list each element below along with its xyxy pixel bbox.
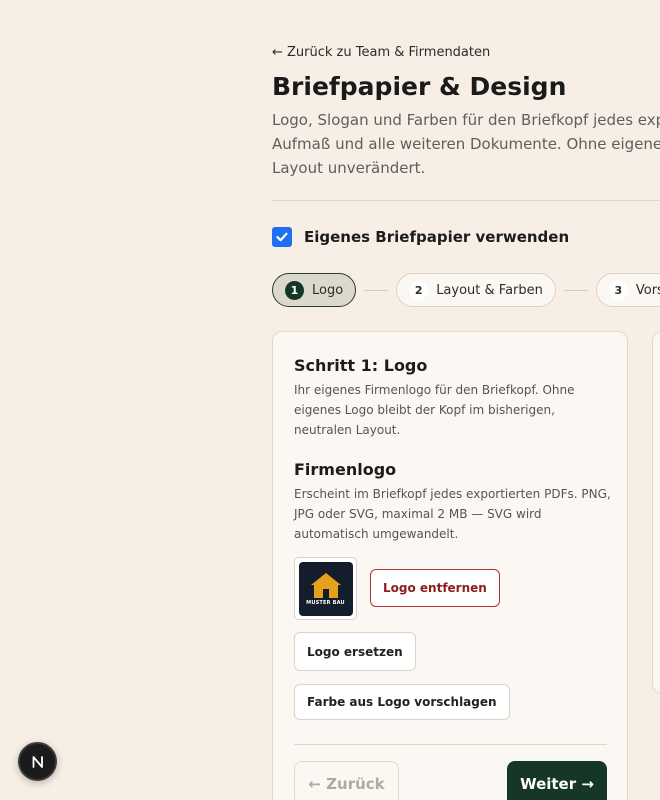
step-logo[interactable]: 1 Logo <box>272 273 357 307</box>
section-title: Firmenlogo <box>294 460 397 479</box>
step-number: 3 <box>608 280 628 300</box>
step-label: Vorsc <box>635 282 660 298</box>
company-logo: MUSTER BAU <box>298 561 353 616</box>
back-button[interactable]: ← Zurück <box>294 761 399 800</box>
page-description-line: Logo, Slogan und Farben für den Briefkop… <box>272 111 660 129</box>
section-description: Erscheint im Briefkopf jedes exportierte… <box>294 487 611 541</box>
step-title: Schritt 1: Logo <box>294 356 428 375</box>
step-label: Logo <box>312 282 344 298</box>
page-title: Briefpapier & Design <box>272 72 567 101</box>
step-label: Layout & Farben <box>436 282 543 298</box>
page-description-line: Aufmaß und alle weiteren Dokumente. Ohne… <box>272 135 660 153</box>
logo-wordmark: MUSTER BAU <box>306 600 345 606</box>
step-connector <box>364 289 389 291</box>
logo-preview: MUSTER BAU <box>294 557 357 620</box>
custom-letterhead-toggle[interactable]: Eigenes Briefpapier verwenden <box>272 227 569 247</box>
wizard-stepper: 1 Logo 2 Layout & Farben 3 Vorsc <box>272 273 660 307</box>
page-description-line: Layout unverändert. <box>272 159 426 177</box>
header-divider <box>272 200 660 201</box>
step-layout-colors[interactable]: 2 Layout & Farben <box>396 273 556 307</box>
dev-tools-badge[interactable] <box>18 742 57 781</box>
step-description: Ihr eigenes Firmenlogo für den Briefkopf… <box>294 383 575 437</box>
card-divider <box>294 744 607 745</box>
page-description: Logo, Slogan und Farben für den Briefkop… <box>272 108 660 180</box>
step-number: 1 <box>285 280 304 300</box>
step-number: 2 <box>409 280 429 300</box>
custom-letterhead-checkbox[interactable] <box>272 227 292 247</box>
next-button[interactable]: Weiter → <box>507 761 607 800</box>
suggest-color-button[interactable]: Farbe aus Logo vorschlagen <box>294 684 510 720</box>
back-link[interactable]: ← Zurück zu Team & Firmendaten <box>272 45 490 60</box>
custom-letterhead-label: Eigenes Briefpapier verwenden <box>304 228 570 246</box>
step-connector <box>563 289 588 291</box>
preview-card <box>652 331 660 694</box>
house-icon <box>310 573 341 598</box>
checkmark-icon <box>276 232 288 242</box>
step-card: Schritt 1: Logo Ihr eigenes Firmenlogo f… <box>272 331 628 800</box>
remove-logo-button[interactable]: Logo entfernen <box>370 569 500 607</box>
page: ← Zurück zu Team & Firmendaten Briefpapi… <box>0 0 660 800</box>
step-preview[interactable]: 3 Vorsc <box>595 273 660 307</box>
n-logo-icon <box>32 755 43 768</box>
replace-logo-button[interactable]: Logo ersetzen <box>294 632 416 671</box>
